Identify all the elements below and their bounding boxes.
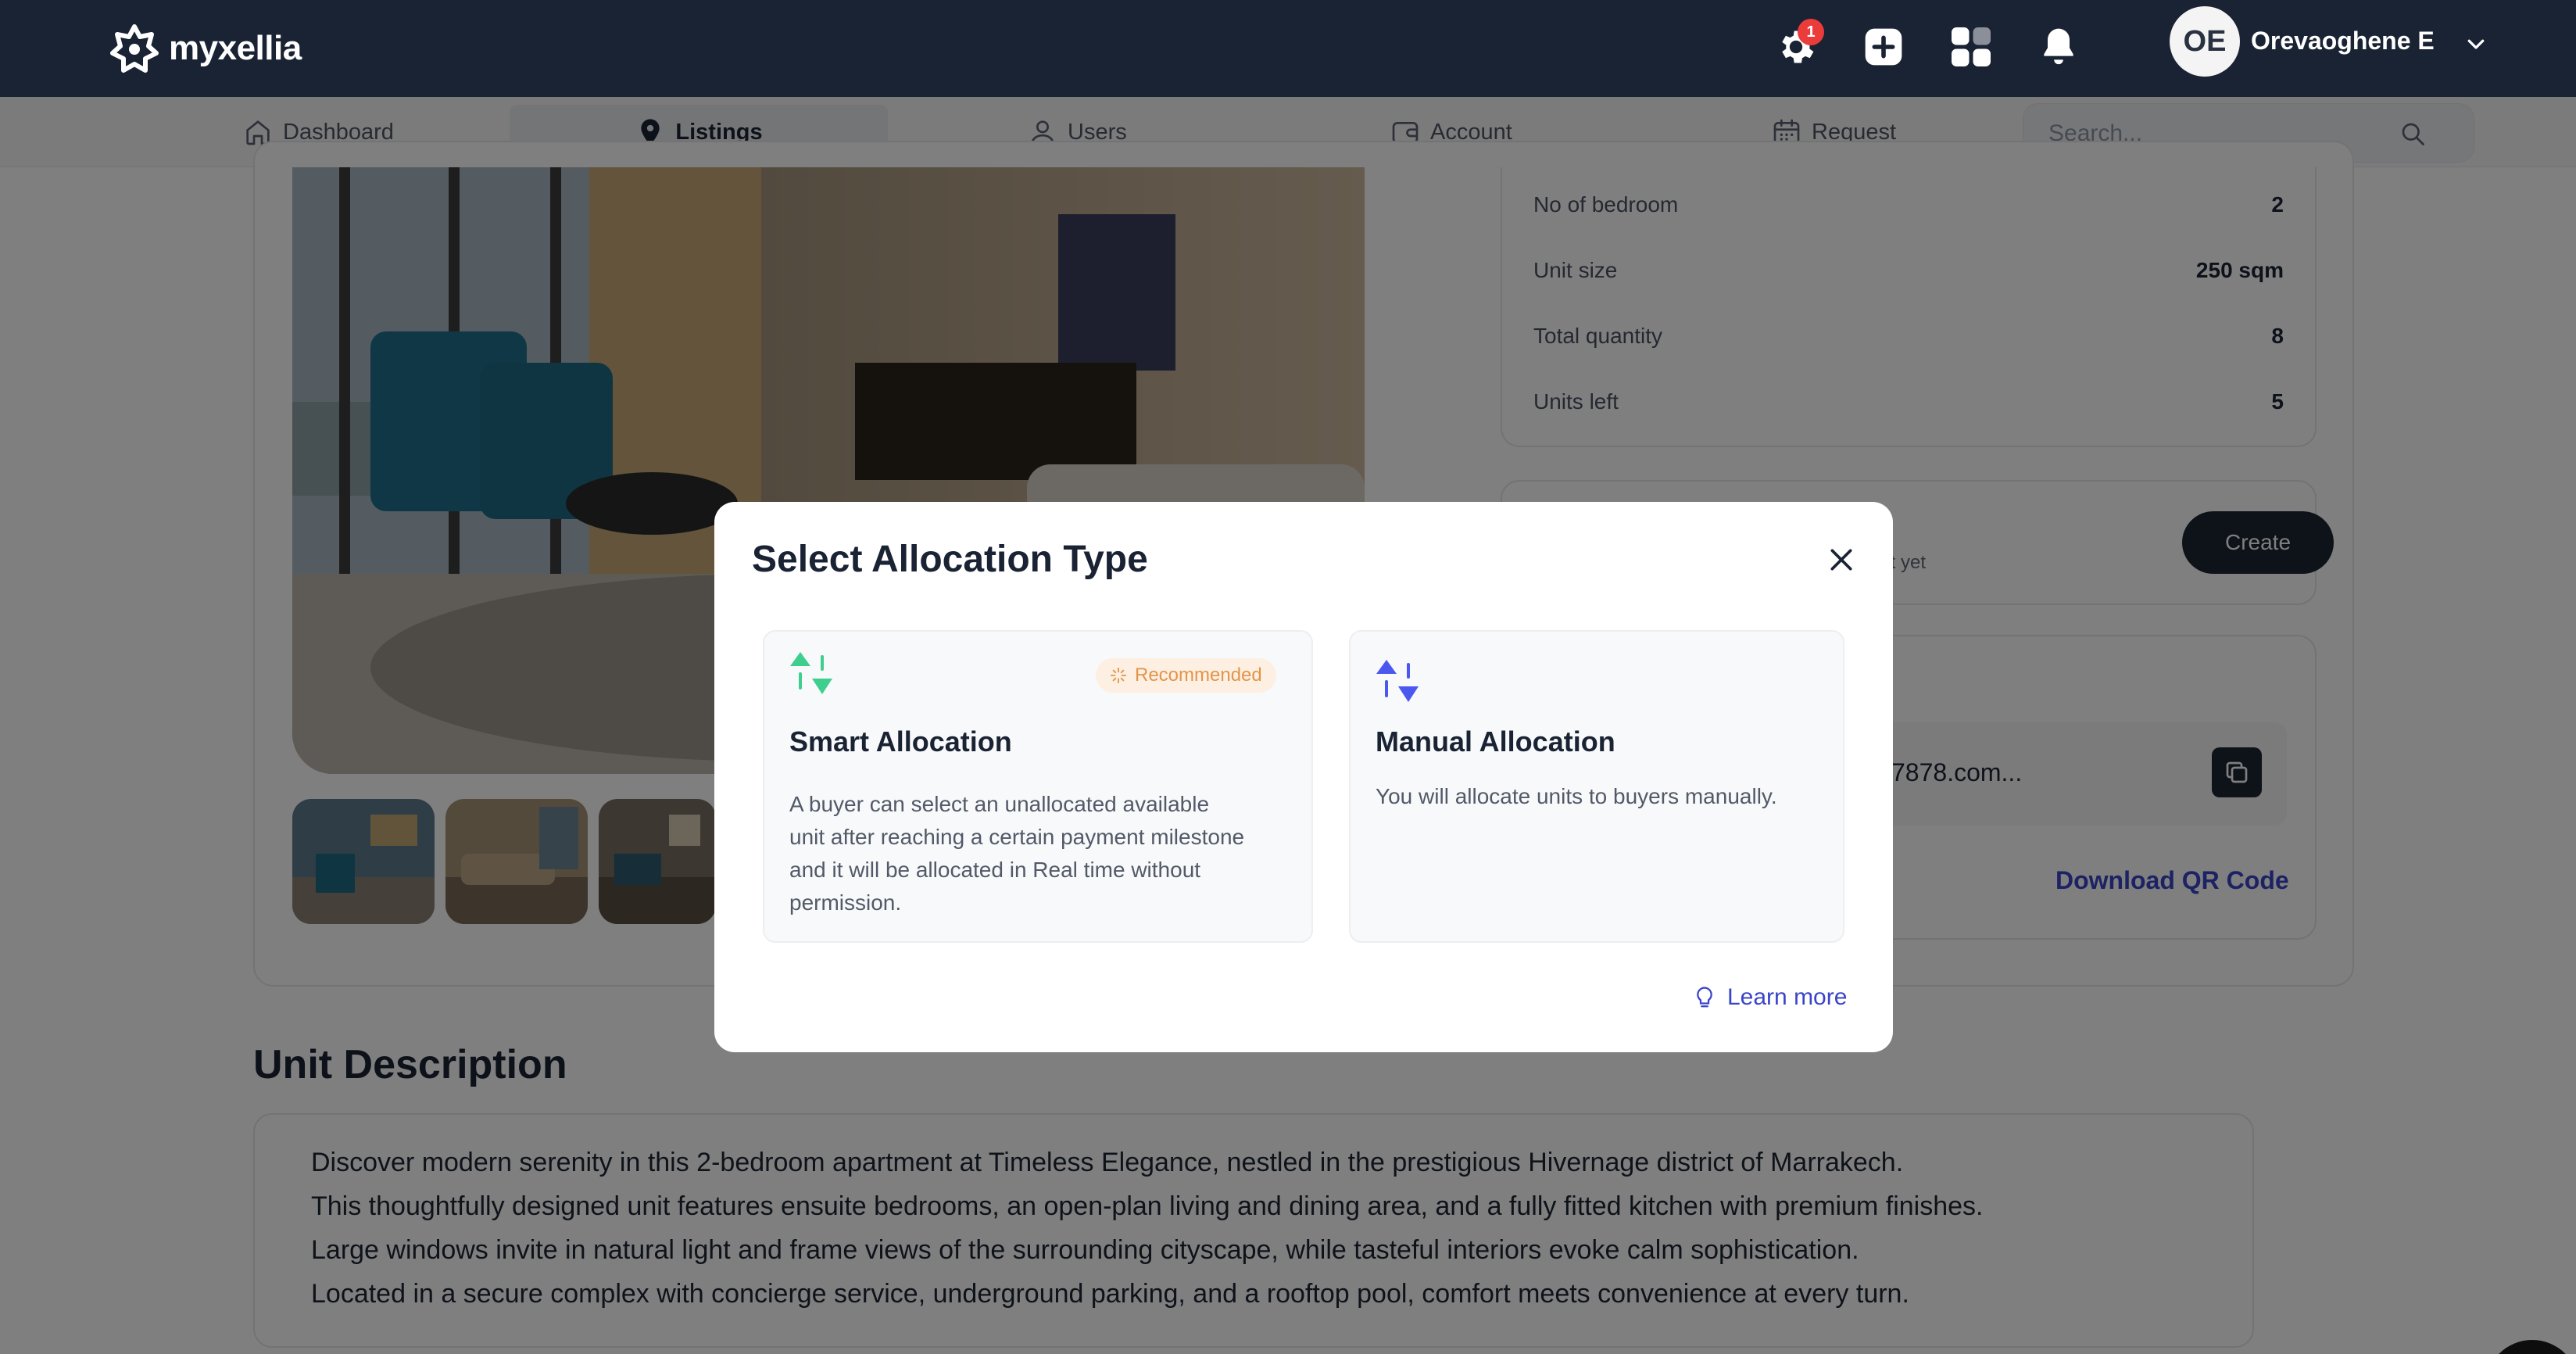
apps-button[interactable] <box>1941 17 2001 77</box>
option-description-line: You will allocate units to buyers manual… <box>1376 784 1777 808</box>
option-title: Manual Allocation <box>1376 725 1615 758</box>
avatar[interactable]: OE <box>2170 6 2240 77</box>
learn-more-label: Learn more <box>1727 984 1848 1010</box>
manual-allocation-icon <box>1376 658 1426 709</box>
recommended-badge: Recommended <box>1096 658 1276 693</box>
user-name[interactable]: Orevaoghene E <box>2251 27 2435 56</box>
user-menu-toggle[interactable] <box>2460 28 2492 59</box>
logo-mark-icon <box>110 24 159 73</box>
option-description-line: permission. <box>789 890 902 915</box>
recommended-label: Recommended <box>1135 664 1262 686</box>
notification-count-badge: 1 <box>1798 19 1824 45</box>
notifications-button[interactable] <box>2029 17 2088 77</box>
option-title: Smart Allocation <box>789 725 1012 758</box>
add-button[interactable] <box>1854 17 1913 77</box>
sparkle-icon <box>1110 667 1127 684</box>
brand-logo[interactable]: myxellia <box>109 16 302 81</box>
sort-arrows-icon <box>790 652 832 694</box>
grid-icon <box>1952 27 1991 66</box>
option-description-line: and it will be allocated in Real time wi… <box>789 858 1201 882</box>
chevron-down-icon <box>2467 39 2485 49</box>
bell-icon <box>2044 28 2073 65</box>
close-button[interactable] <box>1821 539 1862 580</box>
option-description-line: unit after reaching a certain payment mi… <box>789 825 1245 849</box>
brand-name: myxellia <box>169 29 302 67</box>
sort-arrows-icon <box>1376 660 1419 702</box>
lightbulb-icon <box>1697 987 1712 1008</box>
top-header: myxellia 1 OE Orevaoghene E <box>0 0 2576 97</box>
plus-square-icon <box>1865 28 1902 66</box>
learn-more-link[interactable]: Learn more <box>1693 982 1847 1013</box>
settings-button[interactable]: 1 <box>1766 17 1826 77</box>
close-icon <box>1830 549 1852 571</box>
smart-allocation-icon <box>789 650 839 701</box>
modal-title: Select Allocation Type <box>752 539 1148 580</box>
option-description-line: A buyer can select an unallocated availa… <box>789 792 1210 816</box>
